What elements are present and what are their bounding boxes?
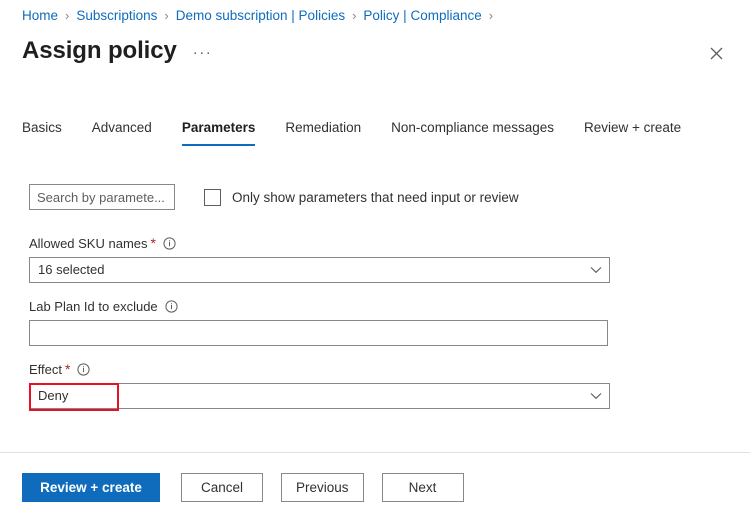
- breadcrumb-item-policy-compliance[interactable]: Policy | Compliance: [363, 7, 481, 25]
- chevron-down-icon: [583, 392, 609, 400]
- close-icon: [710, 47, 723, 60]
- tab-advanced[interactable]: Advanced: [92, 118, 152, 146]
- label-text: Effect: [29, 362, 63, 377]
- next-button[interactable]: Next: [381, 473, 464, 502]
- lab-plan-id-textbox[interactable]: [29, 320, 608, 346]
- breadcrumb: Home › Subscriptions › Demo subscription…: [22, 7, 500, 25]
- tab-non-compliance-messages[interactable]: Non-compliance messages: [391, 118, 554, 146]
- only-show-needing-input-checkbox[interactable]: Only show parameters that need input or …: [204, 188, 519, 206]
- label-text: Lab Plan Id to exclude: [29, 299, 158, 314]
- tab-review-create[interactable]: Review + create: [584, 118, 681, 146]
- field-label-effect: Effect *: [29, 361, 610, 378]
- breadcrumb-item-subscriptions[interactable]: Subscriptions: [76, 7, 157, 25]
- info-icon[interactable]: [77, 363, 91, 376]
- footer-actions: Review + create Cancel Previous Next: [22, 473, 464, 502]
- tab-bar: Basics Advanced Parameters Remediation N…: [22, 118, 681, 146]
- tab-parameters[interactable]: Parameters: [181, 118, 255, 146]
- tab-remediation[interactable]: Remediation: [285, 118, 361, 146]
- tab-basics[interactable]: Basics: [22, 118, 62, 146]
- allowed-sku-names-dropdown[interactable]: 16 selected: [29, 257, 610, 283]
- required-marker: *: [65, 361, 71, 377]
- more-options-icon[interactable]: ···: [193, 33, 213, 69]
- breadcrumb-separator-icon: ›: [65, 8, 70, 23]
- only-show-needing-input-label: Only show parameters that need input or …: [232, 189, 519, 205]
- breadcrumb-item-demo-subscription-policies[interactable]: Demo subscription | Policies: [176, 7, 345, 25]
- search-input[interactable]: [29, 184, 175, 210]
- close-button[interactable]: [703, 40, 729, 66]
- field-label-allowed-sku-names: Allowed SKU names *: [29, 235, 610, 252]
- allowed-sku-names-value: 16 selected: [38, 262, 105, 277]
- field-label-lab-plan-id-to-exclude: Lab Plan Id to exclude: [29, 298, 610, 315]
- parameter-filter-row: Only show parameters that need input or …: [29, 184, 519, 210]
- field-allowed-sku-names: Allowed SKU names * 16 selected: [29, 235, 610, 283]
- checkbox-icon: [204, 188, 221, 206]
- effect-dropdown[interactable]: Deny: [29, 383, 610, 411]
- effect-value: Deny: [38, 388, 69, 403]
- label-text: Allowed SKU names: [29, 236, 148, 251]
- field-lab-plan-id-to-exclude: Lab Plan Id to exclude: [29, 298, 610, 346]
- footer-divider: [0, 452, 750, 453]
- breadcrumb-separator-icon: ›: [488, 8, 494, 23]
- breadcrumb-separator-icon: ›: [164, 8, 169, 23]
- previous-button[interactable]: Previous: [281, 473, 364, 502]
- review-create-button[interactable]: Review + create: [22, 473, 160, 502]
- chevron-down-icon: [583, 266, 609, 274]
- info-icon[interactable]: [163, 237, 176, 250]
- field-effect: Effect * Deny: [29, 361, 610, 411]
- cancel-button[interactable]: Cancel: [181, 473, 263, 502]
- breadcrumb-separator-icon: ›: [352, 8, 357, 23]
- page-header: Assign policy ···: [22, 33, 212, 69]
- breadcrumb-item-home[interactable]: Home: [22, 7, 58, 25]
- required-marker: *: [150, 235, 156, 251]
- parameters-form: Allowed SKU names * 16 selected Lab Plan…: [29, 235, 610, 424]
- page-title: Assign policy: [22, 37, 177, 64]
- info-icon[interactable]: [165, 300, 178, 313]
